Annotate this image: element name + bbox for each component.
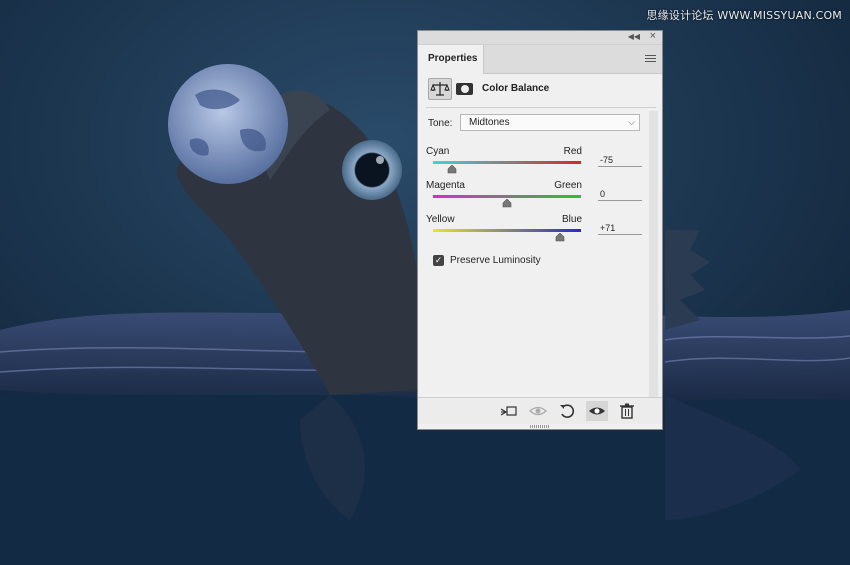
tone-label: Tone: xyxy=(428,118,453,129)
collapse-icon[interactable]: ◀◀ xyxy=(628,32,640,41)
preserve-luminosity-label: Preserve Luminosity xyxy=(450,255,541,266)
slider-value-field[interactable]: 0 xyxy=(598,187,642,201)
adjustment-type-button[interactable] xyxy=(428,78,452,100)
trash-icon[interactable] xyxy=(616,401,638,421)
tone-dropdown[interactable]: Midtones ⌵ xyxy=(460,114,640,131)
slider-left-label: Cyan xyxy=(426,146,450,157)
properties-panel: ◀◀ × Properties Color Balance Tone: Midt… xyxy=(417,30,663,430)
slider-right-label: Green xyxy=(554,180,582,191)
slider-cyan-red: Cyan Red -75 xyxy=(426,146,656,182)
chevron-down-icon: ⌵ xyxy=(628,117,635,127)
slider-magenta-green: Magenta Green 0 xyxy=(426,180,656,216)
tone-dropdown-value: Midtones xyxy=(469,117,510,128)
resize-grip[interactable] xyxy=(530,425,550,428)
header-divider xyxy=(426,107,656,108)
visibility-icon[interactable] xyxy=(586,401,608,421)
clip-to-layer-icon[interactable] xyxy=(498,401,520,421)
slider-thumb[interactable] xyxy=(447,165,457,174)
panel-menu-icon[interactable] xyxy=(645,55,656,63)
adjustment-title: Color Balance xyxy=(482,83,550,94)
layer-mask-icon[interactable] xyxy=(456,83,473,95)
slider-track[interactable] xyxy=(433,195,581,198)
close-icon[interactable]: × xyxy=(650,30,656,42)
balance-scale-icon xyxy=(430,82,450,96)
view-previous-state-icon[interactable] xyxy=(527,401,549,421)
adjustment-header: Color Balance xyxy=(428,78,656,102)
panel-tab-row: Properties xyxy=(418,45,662,74)
slider-track[interactable] xyxy=(433,161,581,164)
panel-topbar: ◀◀ × xyxy=(418,30,662,45)
tab-properties[interactable]: Properties xyxy=(418,45,484,74)
slider-value-field[interactable]: -75 xyxy=(598,153,642,167)
slider-left-label: Magenta xyxy=(426,180,465,191)
slider-yellow-blue: Yellow Blue +71 xyxy=(426,214,656,250)
reset-icon[interactable] xyxy=(556,401,578,421)
slider-value-field[interactable]: +71 xyxy=(598,221,642,235)
slider-thumb[interactable] xyxy=(502,199,512,208)
slider-right-label: Blue xyxy=(561,214,582,225)
slider-right-label: Red xyxy=(563,146,582,157)
watermark-text: 思缘设计论坛 WWW.MISSYUAN.COM xyxy=(646,9,842,22)
panel-scrollbar[interactable] xyxy=(649,111,658,397)
panel-bottom-toolbar xyxy=(418,397,662,424)
slider-thumb[interactable] xyxy=(555,233,565,242)
slider-left-label: Yellow xyxy=(426,214,455,225)
preserve-luminosity-checkbox[interactable]: ✓ xyxy=(433,255,444,266)
slider-track[interactable] xyxy=(433,229,581,232)
